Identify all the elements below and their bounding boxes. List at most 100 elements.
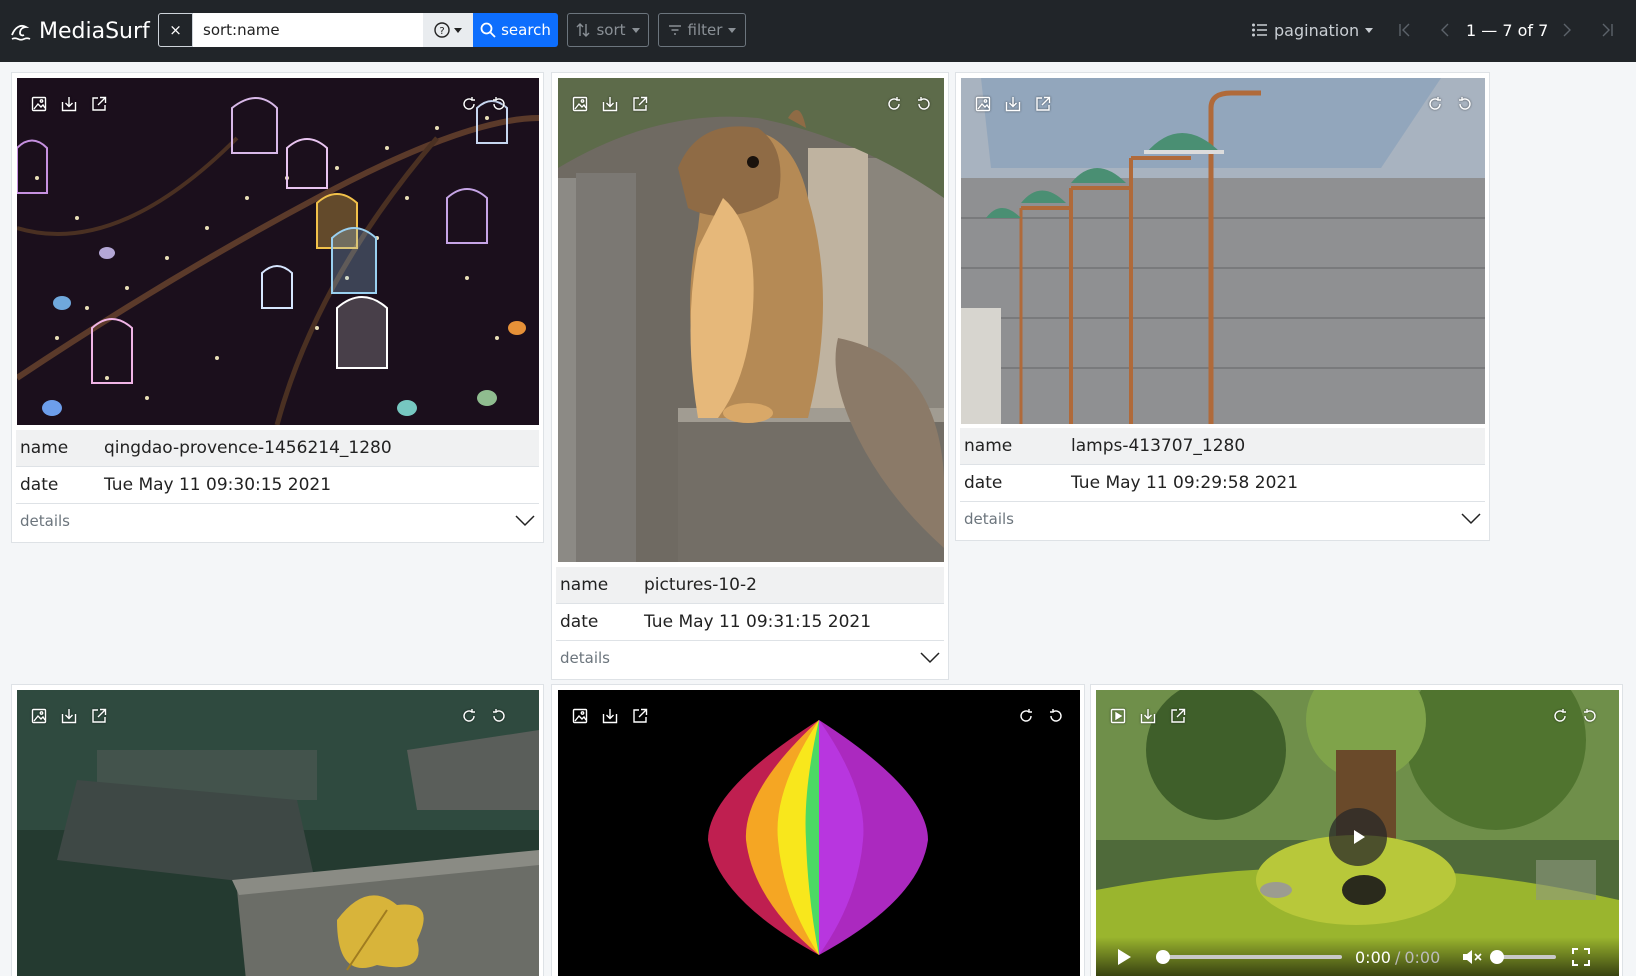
chevron-down-icon <box>728 27 737 33</box>
date-label: date <box>964 473 1003 493</box>
date-label: date <box>20 475 59 495</box>
video-icon <box>1108 706 1128 726</box>
details-toggle[interactable]: details <box>556 641 944 675</box>
media-image[interactable] <box>558 78 944 562</box>
media-image[interactable] <box>961 78 1485 424</box>
next-page-button[interactable] <box>1556 13 1578 47</box>
current-time: 0:00 <box>1355 947 1391 967</box>
pagination-select[interactable]: pagination <box>1252 13 1374 47</box>
date-value: Tue May 11 09:29:58 2021 <box>1071 473 1299 493</box>
chevron-bar-left-icon <box>1399 23 1410 37</box>
media-card: 0:00 / 0:00 <box>1090 684 1623 976</box>
external-link-icon[interactable] <box>1168 706 1188 726</box>
lanterns-image <box>17 78 539 425</box>
media-card <box>11 684 544 976</box>
details-label: details <box>964 510 1014 528</box>
search-button-label: search <box>501 21 551 39</box>
seek-bar[interactable] <box>1156 950 1342 964</box>
media-image[interactable] <box>558 690 1080 976</box>
seek-handle[interactable] <box>1156 950 1170 964</box>
chevron-down-icon <box>454 27 462 33</box>
media-metadata: name lamps-413707_1280 date Tue May 11 0… <box>960 428 1485 536</box>
question-circle-icon: ? <box>434 22 450 38</box>
search-group: × ? search <box>158 13 558 47</box>
date-value: Tue May 11 09:31:15 2021 <box>644 612 872 632</box>
rotate-left-icon[interactable] <box>459 94 479 114</box>
details-label: details <box>20 512 70 530</box>
play-icon <box>1354 830 1365 844</box>
chevron-right-icon <box>1563 23 1571 37</box>
chevron-down-icon <box>1365 27 1374 33</box>
download-icon[interactable] <box>59 94 79 114</box>
clear-search-button[interactable]: × <box>158 13 193 47</box>
search-icon <box>480 22 496 38</box>
search-button[interactable]: search <box>473 13 558 47</box>
external-link-icon[interactable] <box>89 94 109 114</box>
volume-handle[interactable] <box>1490 950 1505 964</box>
lamps-image <box>961 78 1485 424</box>
download-icon[interactable] <box>600 706 620 726</box>
volume-slider[interactable] <box>1490 950 1557 964</box>
image-icon <box>29 706 49 726</box>
media-image[interactable] <box>17 690 539 976</box>
pagination-label: pagination <box>1274 20 1360 40</box>
rotate-left-icon[interactable] <box>1425 94 1445 114</box>
date-row: date Tue May 11 09:31:15 2021 <box>556 604 944 641</box>
external-link-icon[interactable] <box>630 706 650 726</box>
filter-label: filter <box>687 21 723 39</box>
download-icon[interactable] <box>600 94 620 114</box>
video-player[interactable]: 0:00 / 0:00 <box>1096 690 1619 976</box>
rotate-left-icon[interactable] <box>459 706 479 726</box>
name-row: name qingdao-provence-1456214_1280 <box>16 430 539 467</box>
download-icon[interactable] <box>59 706 79 726</box>
prev-page-button[interactable] <box>1434 13 1456 47</box>
external-link-icon[interactable] <box>89 706 109 726</box>
external-link-icon[interactable] <box>630 94 650 114</box>
rotate-left-icon[interactable] <box>1550 706 1570 726</box>
search-help-button[interactable]: ? <box>423 13 473 47</box>
download-icon[interactable] <box>1138 706 1158 726</box>
name-row: name lamps-413707_1280 <box>960 428 1485 465</box>
image-icon <box>570 94 590 114</box>
fullscreen-icon[interactable] <box>1572 948 1591 966</box>
wave-logo-icon <box>11 24 31 41</box>
chevron-left-icon <box>1441 23 1449 37</box>
video-controls: 0:00 / 0:00 <box>1096 937 1619 976</box>
squirrel-image <box>558 78 944 562</box>
rotate-right-icon[interactable] <box>1046 706 1066 726</box>
image-icon <box>973 94 993 114</box>
rotate-left-icon[interactable] <box>1016 706 1036 726</box>
first-page-button[interactable] <box>1394 13 1416 47</box>
name-value: pictures-10-2 <box>644 575 757 595</box>
rotate-left-icon[interactable] <box>884 94 904 114</box>
search-input[interactable] <box>193 13 423 47</box>
rotate-right-icon[interactable] <box>914 94 934 114</box>
image-icon <box>570 706 590 726</box>
name-value: lamps-413707_1280 <box>1071 436 1246 456</box>
brand[interactable]: MediaSurf <box>9 15 150 47</box>
name-row: name pictures-10-2 <box>556 567 944 604</box>
sort-button[interactable]: sort <box>567 13 649 47</box>
play-overlay-button[interactable] <box>1329 808 1387 866</box>
rotate-right-icon[interactable] <box>1455 94 1475 114</box>
rotate-right-icon[interactable] <box>489 706 509 726</box>
filter-button[interactable]: filter <box>658 13 746 47</box>
rotate-right-icon[interactable] <box>489 94 509 114</box>
details-toggle[interactable]: details <box>960 502 1485 536</box>
media-metadata: name qingdao-provence-1456214_1280 date … <box>16 430 539 538</box>
play-icon[interactable] <box>1116 948 1132 966</box>
media-image[interactable] <box>17 78 539 425</box>
chevron-down-icon <box>920 652 940 664</box>
details-toggle[interactable]: details <box>16 504 539 538</box>
mute-icon[interactable] <box>1462 949 1482 965</box>
last-page-button[interactable] <box>1596 13 1618 47</box>
media-metadata: name pictures-10-2 date Tue May 11 09:31… <box>556 567 944 675</box>
date-row: date Tue May 11 09:30:15 2021 <box>16 467 539 504</box>
name-label: name <box>20 438 69 458</box>
list-icon <box>1252 23 1267 37</box>
download-icon[interactable] <box>1003 94 1023 114</box>
media-card <box>551 684 1085 976</box>
bench-leaf-image <box>17 690 539 976</box>
rotate-right-icon[interactable] <box>1580 706 1600 726</box>
external-link-icon[interactable] <box>1033 94 1053 114</box>
